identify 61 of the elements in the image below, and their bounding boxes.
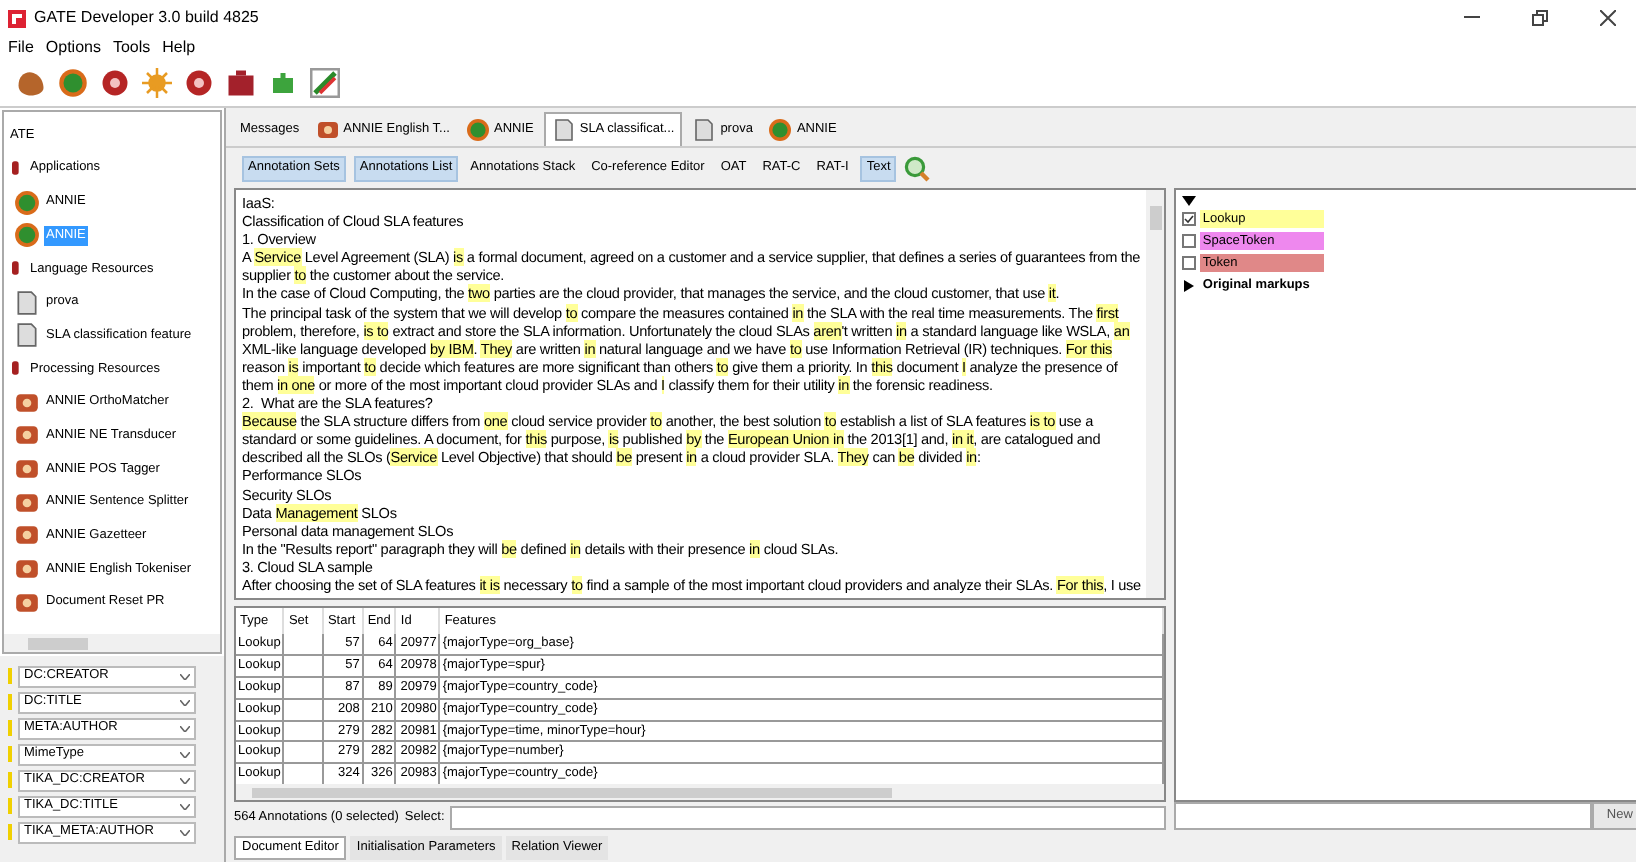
ring-icon	[465, 117, 490, 141]
feature-marker	[8, 668, 14, 684]
marker-icon	[8, 160, 24, 177]
minimize-icon[interactable]	[1464, 16, 1480, 20]
gear-icon	[14, 489, 40, 516]
caret-icon	[180, 777, 190, 783]
caret-icon	[180, 751, 190, 757]
checkbox[interactable]	[1182, 212, 1197, 226]
caret-icon	[180, 699, 190, 705]
feature-marker	[8, 772, 14, 788]
select-field[interactable]	[450, 806, 1167, 831]
menu-item[interactable]: Tools	[112, 36, 151, 60]
set-name-field[interactable]	[1174, 802, 1593, 830]
feature-marker	[8, 720, 14, 736]
page-icon	[14, 322, 40, 349]
gear-icon[interactable]	[184, 68, 214, 98]
page-icon	[692, 117, 717, 141]
gear-icon	[14, 456, 40, 483]
marker-icon	[8, 360, 24, 377]
puzzle-icon[interactable]	[268, 68, 298, 98]
window-title: GATE Developer 3.0 build 4825	[34, 6, 259, 30]
gear-icon	[315, 117, 340, 141]
menu-item[interactable]: Help	[162, 36, 196, 60]
caret-icon	[180, 803, 190, 809]
sun-icon[interactable]	[142, 68, 172, 98]
feature-marker	[8, 798, 14, 814]
gear-icon	[14, 422, 40, 449]
gear-icon	[14, 389, 40, 416]
scrollbar-thumb[interactable]	[1149, 206, 1162, 230]
expand-triangle-icon[interactable]	[1184, 279, 1195, 292]
ring-icon	[14, 189, 40, 216]
menu-item[interactable]: Options	[45, 36, 101, 60]
restore-icon[interactable]	[1532, 10, 1548, 26]
search-icon[interactable]	[904, 155, 931, 181]
feature-marker	[8, 746, 14, 762]
close-icon[interactable]	[1600, 10, 1616, 26]
blob-icon[interactable]	[16, 68, 46, 98]
menu-item[interactable]: File	[8, 36, 34, 60]
gear-icon	[14, 589, 40, 616]
checkbox[interactable]	[1182, 234, 1197, 248]
feature-marker	[8, 824, 14, 840]
app-logo-icon	[8, 9, 26, 27]
gear-icon	[14, 522, 40, 549]
ring-icon	[14, 222, 40, 249]
feature-marker	[8, 694, 14, 710]
ring-icon	[768, 117, 793, 141]
gear-icon[interactable]	[100, 68, 130, 98]
scrollbar-thumb[interactable]	[252, 787, 892, 798]
caret-icon	[180, 673, 190, 679]
page-icon	[14, 289, 40, 316]
checkbox[interactable]	[1182, 256, 1197, 270]
marker-icon	[8, 260, 24, 277]
case-icon[interactable]	[226, 68, 256, 98]
gear-icon	[14, 556, 40, 583]
ring-icon[interactable]	[58, 68, 88, 98]
pencil-icon[interactable]	[310, 68, 340, 98]
caret-icon	[180, 829, 190, 835]
expand-triangle-icon[interactable]	[1182, 196, 1197, 206]
caret-icon	[180, 725, 190, 731]
page-icon	[551, 118, 576, 142]
scrollbar-thumb[interactable]	[28, 637, 88, 649]
